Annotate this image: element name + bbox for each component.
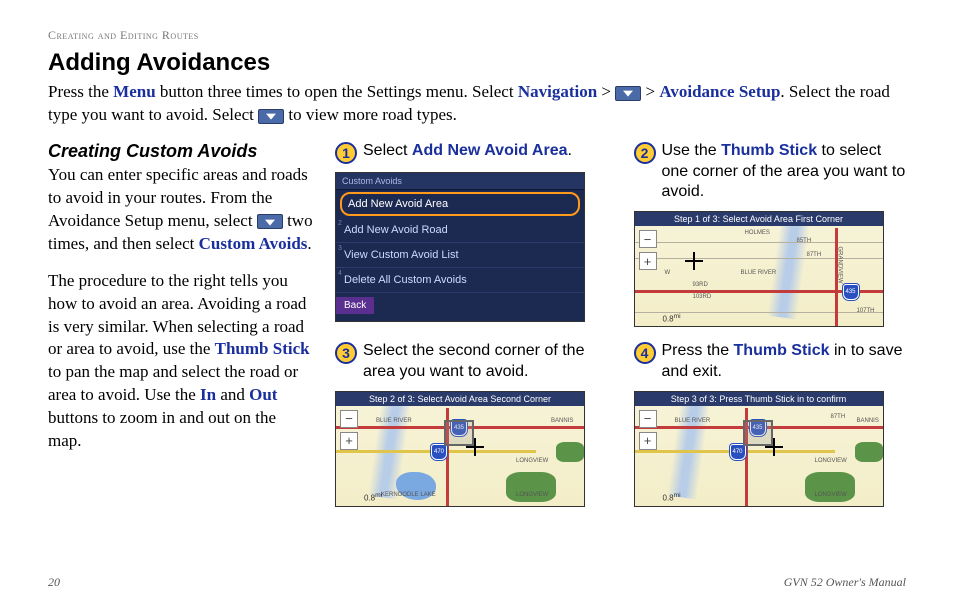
custom-avoids-ref: Custom Avoids bbox=[199, 234, 308, 253]
text: Press the bbox=[48, 82, 113, 101]
thumb-stick-ref: Thumb Stick bbox=[721, 142, 817, 159]
manual-title: GVN 52 Owner's Manual bbox=[784, 575, 906, 590]
map-header: Step 2 of 3: Select Avoid Area Second Co… bbox=[336, 392, 584, 406]
map-screenshot-step1: Step 1 of 3: Select Avoid Area First Cor… bbox=[634, 211, 884, 327]
intro-paragraph: Press the Menu button three times to ope… bbox=[48, 81, 906, 127]
dropdown-icon bbox=[257, 214, 283, 229]
map-label: GRANDVIEW bbox=[836, 247, 842, 284]
map-screenshot-step3: Step 3 of 3: Press Thumb Stick in to con… bbox=[634, 391, 884, 507]
step-number-icon: 3 bbox=[335, 342, 357, 364]
navigation-ref: Navigation bbox=[518, 82, 597, 101]
text: Use the bbox=[662, 142, 722, 159]
map-label: 85TH bbox=[797, 238, 812, 244]
text: buttons to zoom in and out on the map. bbox=[48, 408, 276, 450]
map-header: Step 3 of 3: Press Thumb Stick in to con… bbox=[635, 392, 883, 406]
dropdown-icon bbox=[258, 109, 284, 124]
page-title: Adding Avoidances bbox=[48, 49, 906, 77]
dropdown-icon bbox=[615, 86, 641, 101]
map-label: 103RD bbox=[693, 294, 712, 300]
menu-item: 4Delete All Custom Avoids bbox=[336, 268, 584, 293]
map-label: BLUE RIVER bbox=[376, 418, 412, 424]
map-screenshot-step2: Step 2 of 3: Select Avoid Area Second Co… bbox=[335, 391, 585, 507]
zoom-out-button: − bbox=[340, 410, 358, 428]
crosshair-icon bbox=[466, 438, 484, 456]
menu-back: Back bbox=[336, 297, 374, 314]
step-number-icon: 4 bbox=[634, 342, 656, 364]
map-label: LONGVIEW bbox=[516, 458, 548, 464]
map-label: BLUE RIVER bbox=[741, 270, 777, 276]
crosshair-icon bbox=[685, 252, 703, 270]
step-number-icon: 1 bbox=[335, 142, 357, 164]
add-new-avoid-area-ref: Add New Avoid Area bbox=[412, 142, 568, 159]
text: . bbox=[568, 142, 572, 159]
thumb-stick-ref: Thumb Stick bbox=[215, 339, 310, 358]
map-label: 107TH bbox=[857, 308, 875, 314]
map-label: 87TH bbox=[831, 414, 846, 420]
text: > bbox=[641, 82, 659, 101]
text: and bbox=[216, 385, 249, 404]
text: . bbox=[307, 234, 311, 253]
menu-item-highlighted: Add New Avoid Area bbox=[340, 192, 580, 216]
menu-ref: Menu bbox=[113, 82, 156, 101]
text: Select bbox=[363, 142, 412, 159]
menu-screenshot: Custom Avoids Add New Avoid Area 2Add Ne… bbox=[335, 172, 585, 322]
subheading: Creating Custom Avoids bbox=[48, 141, 313, 162]
map-label: W bbox=[665, 270, 671, 276]
map-label: LONGVIEW bbox=[815, 492, 847, 498]
map-scale: 0.8mi bbox=[364, 492, 382, 503]
step-1: 1 Select Add New Avoid Area. Custom Avoi… bbox=[335, 141, 608, 327]
menu-item: 2Add New Avoid Road bbox=[336, 218, 584, 243]
text: View Custom Avoid List bbox=[344, 249, 459, 261]
map-label: LONGVIEW bbox=[516, 492, 548, 498]
text: Press the bbox=[662, 342, 734, 359]
map-label: HOLMES bbox=[745, 230, 770, 236]
map-label: BANNIS bbox=[857, 418, 879, 424]
page-footer: 20 GVN 52 Owner's Manual bbox=[48, 575, 906, 590]
page-number: 20 bbox=[48, 575, 60, 590]
zoom-in-button: + bbox=[639, 252, 657, 270]
step-2: 2 Use the Thumb Stick to select one corn… bbox=[634, 141, 907, 327]
map-label: LONGVIEW bbox=[815, 458, 847, 464]
in-ref: In bbox=[200, 385, 216, 404]
zoom-out-button: − bbox=[639, 410, 657, 428]
shield-icon: 470 bbox=[730, 444, 746, 460]
map-scale: 0.8mi bbox=[663, 492, 681, 503]
menu-title: Custom Avoids bbox=[336, 173, 584, 190]
map-scale: 0.8mi bbox=[663, 313, 681, 324]
text: to view more road types. bbox=[284, 105, 457, 124]
map-label: BANNIS bbox=[551, 418, 573, 424]
step-number-icon: 2 bbox=[634, 142, 656, 164]
paragraph: You can enter specific areas and roads t… bbox=[48, 164, 313, 256]
shield-icon: 435 bbox=[843, 284, 859, 300]
crosshair-icon bbox=[765, 438, 783, 456]
map-label: BLUE RIVER bbox=[675, 418, 711, 424]
text: button three times to open the Settings … bbox=[156, 82, 518, 101]
zoom-in-button: + bbox=[340, 432, 358, 450]
section-header: Creating and Editing Routes bbox=[48, 28, 906, 43]
out-ref: Out bbox=[249, 385, 277, 404]
text: Select the second corner of the area you… bbox=[363, 342, 584, 380]
shield-icon: 470 bbox=[431, 444, 447, 460]
map-label: KERNOODLE LAKE bbox=[381, 492, 436, 498]
zoom-out-button: − bbox=[639, 230, 657, 248]
step-3: 3 Select the second corner of the area y… bbox=[335, 341, 608, 507]
map-label: 93RD bbox=[693, 282, 708, 288]
map-header: Step 1 of 3: Select Avoid Area First Cor… bbox=[635, 212, 883, 226]
map-label: 87TH bbox=[807, 252, 822, 258]
thumb-stick-ref: Thumb Stick bbox=[734, 342, 830, 359]
avoidance-setup-ref: Avoidance Setup bbox=[659, 82, 780, 101]
paragraph: The procedure to the right tells you how… bbox=[48, 270, 313, 454]
text: > bbox=[597, 82, 615, 101]
text: Add New Avoid Road bbox=[344, 224, 448, 236]
menu-item: 3View Custom Avoid List bbox=[336, 243, 584, 268]
step-4: 4 Press the Thumb Stick in to save and e… bbox=[634, 341, 907, 507]
zoom-in-button: + bbox=[639, 432, 657, 450]
text: Delete All Custom Avoids bbox=[344, 274, 467, 286]
